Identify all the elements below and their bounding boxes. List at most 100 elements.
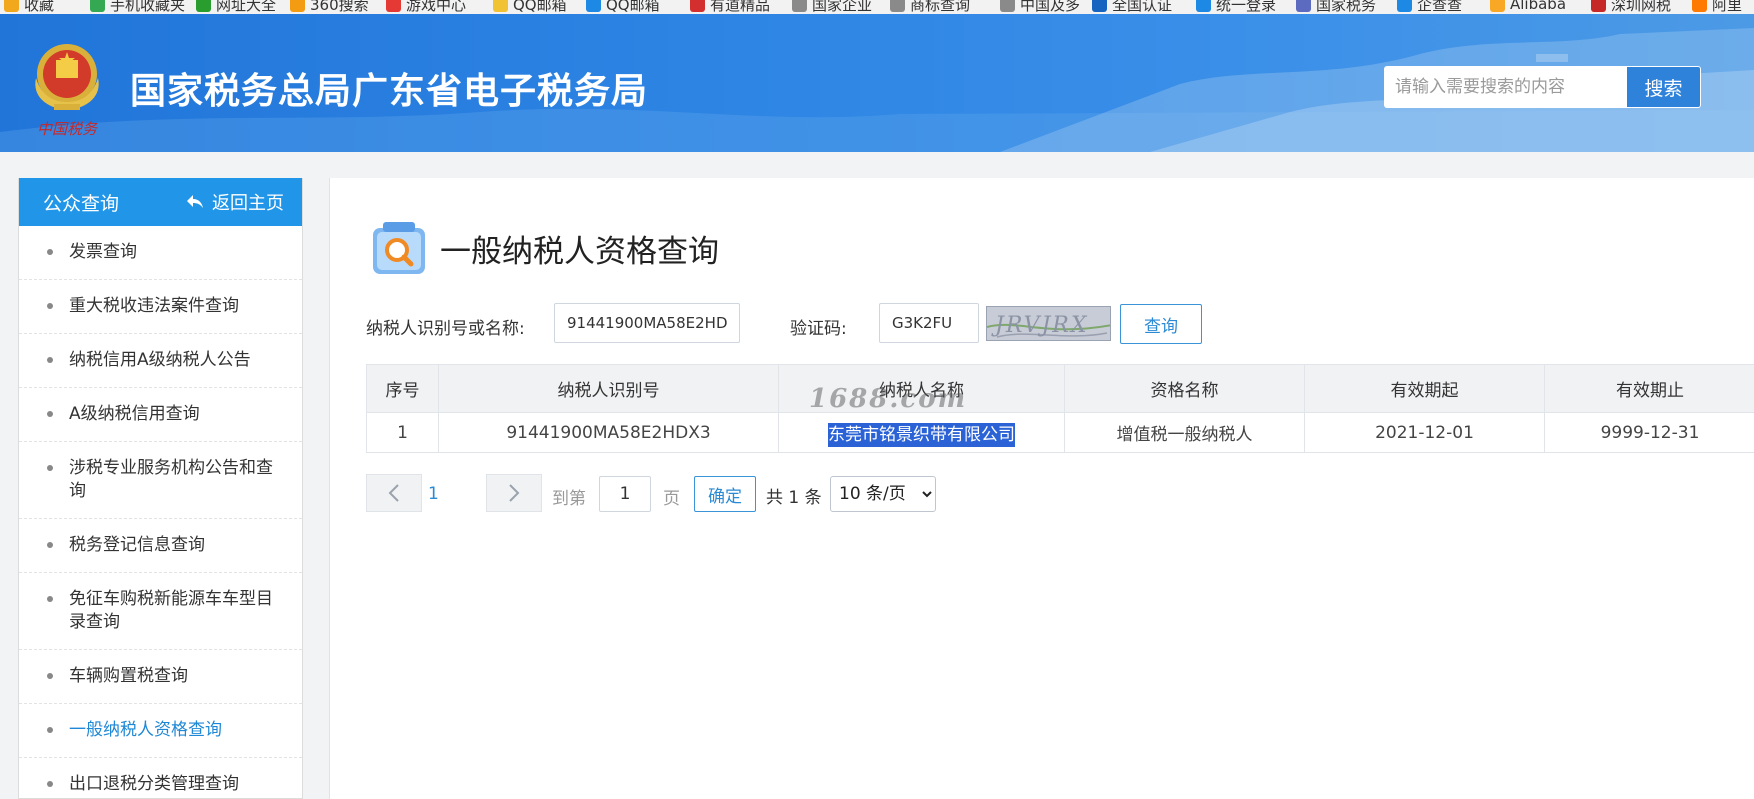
bookmark-icon (690, 0, 705, 12)
total-count: 共 1 条 (766, 488, 822, 508)
site-title: 国家税务总局广东省电子税务局 (130, 71, 649, 112)
sidebar: 公众查询 返回主页 发票查询 重大税收违法案件查询 纳税信用A级纳税人公告 A级纳税信… (18, 178, 303, 799)
bookmark-icon (890, 0, 905, 12)
goto-suffix: 页 (663, 489, 680, 509)
page-size-select[interactable]: 10 条/页 (830, 476, 936, 512)
sidebar-item-label: 发票查询 (69, 242, 137, 262)
query-button[interactable]: 查询 (1120, 304, 1202, 344)
table-cell: 2021-12-01 (1304, 412, 1545, 453)
goto-prefix: 到第 (552, 489, 586, 509)
site-search-input[interactable] (1384, 66, 1626, 108)
bookmark-label: 统一登录 (1216, 0, 1277, 14)
chevron-left-icon (388, 484, 399, 502)
tax-emblem-logo: 中国税务 (26, 38, 108, 140)
sidebar-item-label: 涉税专业服务机构公告和查询 (69, 458, 273, 501)
bookmark-item[interactable]: 企查查 (1397, 0, 1462, 14)
bookmark-item[interactable]: 中国及多 (1000, 0, 1080, 14)
prev-page-button[interactable] (366, 474, 422, 512)
bookmark-item[interactable]: 游戏中心 (386, 0, 466, 14)
sidebar-item[interactable]: 出口退税分类管理查询 (19, 758, 302, 798)
sidebar-item[interactable]: 涉税专业服务机构公告和查询 (19, 442, 302, 519)
bookmark-label: 商标查询 (910, 0, 971, 14)
goto-confirm-button[interactable]: 确定 (694, 476, 756, 512)
sidebar-item[interactable]: 免征车购税新能源车车型目录查询 (19, 573, 302, 650)
bullet-dot-icon (47, 249, 53, 255)
bullet-dot-icon (47, 596, 53, 602)
bookmark-item[interactable]: 360搜索 (290, 0, 369, 14)
bookmark-label: 收藏 (24, 0, 55, 14)
bookmark-item[interactable]: 全国认证 (1092, 0, 1172, 14)
sidebar-item-label: 车辆购置税查询 (69, 666, 188, 686)
bookmark-icon (1092, 0, 1107, 12)
bookmark-label: 国家税务 (1316, 0, 1377, 14)
bookmark-item[interactable]: 阿里 (1692, 0, 1742, 14)
table-header-row: 序号 纳税人识别号 纳税人名称 资格名称 有效期起 有效期止 (366, 364, 1754, 413)
sidebar-item[interactable]: 车辆购置税查询 (19, 650, 302, 704)
sidebar-item-label: 重大税收违法案件查询 (69, 296, 239, 316)
bookmark-item[interactable]: 国家税务 (1296, 0, 1376, 14)
svg-text:JRVJRX: JRVJRX (991, 313, 1089, 338)
sidebar-item[interactable]: 税务登记信息查询 (19, 519, 302, 573)
bookmark-item[interactable]: 国家企业 (792, 0, 872, 14)
captcha-input[interactable] (879, 303, 979, 343)
sidebar-item[interactable]: 纳税信用A级纳税人公告 (19, 334, 302, 388)
sidebar-item-label: 出口退税分类管理查询 (69, 774, 239, 794)
bookmarks-bar: 收藏 手机收藏夹 网址大全 360搜索 游戏中心 QQ邮箱 QQ邮箱 有道精品 国家企业 商标查询… (0, 0, 1754, 14)
bookmark-label: 游戏中心 (406, 0, 467, 14)
bookmark-label: 网址大全 (216, 0, 277, 14)
taxpayer-id-input[interactable] (554, 303, 740, 343)
site-header: 中国税务 国家税务总局广东省电子税务局 搜索 (0, 14, 1754, 152)
bookmark-item[interactable]: QQ邮箱 (493, 0, 567, 14)
goto-page-input[interactable] (599, 476, 651, 512)
table-cell: 增值税一般纳税人 (1064, 412, 1305, 453)
bookmark-label: QQ邮箱 (513, 0, 567, 14)
back-home-label: 返回主页 (212, 193, 284, 214)
bookmark-item[interactable]: QQ邮箱 (586, 0, 660, 14)
bookmark-item[interactable]: 网址大全 (196, 0, 276, 14)
table-header-cell: 有效期起 (1304, 364, 1545, 413)
table-row: 1 91441900MA58E2HDX3 东莞市铭景织带有限公司 增值税一般纳税人 20… (366, 412, 1754, 453)
bookmark-label: Alibaba (1510, 0, 1567, 13)
bookmark-item[interactable]: 商标查询 (890, 0, 970, 14)
next-page-button[interactable] (486, 474, 542, 512)
bullet-dot-icon (47, 411, 53, 417)
bookmark-icon (4, 0, 19, 12)
table-cell-text: 91441900MA58E2HDX3 (506, 422, 711, 443)
bookmark-icon (1692, 0, 1707, 12)
bookmark-item[interactable]: 统一登录 (1196, 0, 1276, 14)
selected-company-name: 东莞市铭景织带有限公司 (828, 423, 1015, 447)
bookmark-icon (290, 0, 305, 12)
sidebar-item[interactable]: 重大税收违法案件查询 (19, 280, 302, 334)
result-table: 序号 纳税人识别号 纳税人名称 资格名称 有效期起 有效期止 1 91441900MA58E… (366, 364, 1754, 453)
bookmark-item[interactable]: 有道精品 (690, 0, 770, 14)
table-cell-text: 增值税一般纳税人 (1116, 425, 1253, 445)
captcha-label: 验证码: (790, 319, 847, 339)
bookmark-item[interactable]: Alibaba (1490, 0, 1566, 14)
table-cell: 1 (366, 412, 439, 453)
site-search-button[interactable]: 搜索 (1626, 66, 1701, 108)
table-cell: 9999-12-31 (1544, 412, 1754, 453)
bookmark-item[interactable]: 深圳网税 (1591, 0, 1671, 14)
table-body: 1 91441900MA58E2HDX3 东莞市铭景织带有限公司 增值税一般纳税人 20… (366, 412, 1754, 453)
bookmark-icon (196, 0, 211, 12)
bookmark-label: 有道精品 (710, 0, 771, 14)
sidebar-item-label: 税务登记信息查询 (69, 535, 205, 555)
table-header-cell: 纳税人识别号 (438, 364, 779, 413)
table-cell-text: 9999-12-31 (1600, 422, 1700, 443)
bookmark-item[interactable]: 手机收藏夹 (90, 0, 185, 14)
captcha-image[interactable]: JRVJRX (986, 306, 1111, 341)
bookmark-label: QQ邮箱 (606, 0, 660, 14)
sidebar-item-label: 纳税信用A级纳税人公告 (69, 350, 251, 370)
bookmark-item[interactable]: 收藏 (4, 0, 54, 14)
bookmark-label: 国家企业 (812, 0, 873, 14)
bookmark-label: 手机收藏夹 (110, 0, 186, 14)
sidebar-item[interactable]: 发票查询 (19, 226, 302, 280)
bookmark-icon (1591, 0, 1606, 12)
back-home-link[interactable]: 返回主页 (186, 189, 284, 215)
page-number-current[interactable]: 1 (428, 484, 439, 504)
sidebar-item[interactable]: 一般纳税人资格查询 (19, 704, 302, 758)
sidebar-item[interactable]: A级纳税信用查询 (19, 388, 302, 442)
bookmark-icon (1296, 0, 1311, 12)
sidebar-item-label: A级纳税信用查询 (69, 404, 200, 424)
bookmark-icon (1397, 0, 1412, 12)
